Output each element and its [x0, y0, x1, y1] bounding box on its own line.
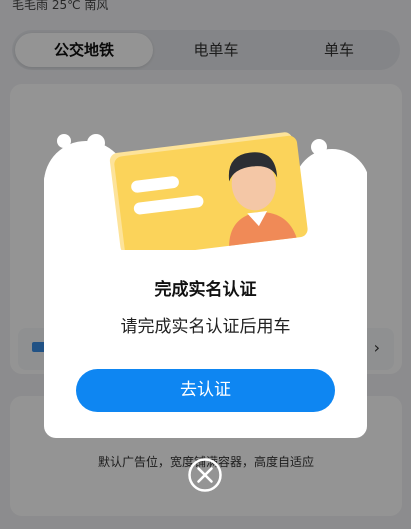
- go-verify-button[interactable]: 去认证: [76, 369, 335, 412]
- id-card-illustration: [109, 132, 308, 250]
- close-circle-icon[interactable]: [187, 457, 223, 493]
- modal-description: 请完成实名认证后用车: [120, 317, 291, 337]
- modal-title: 完成实名认证: [154, 280, 257, 300]
